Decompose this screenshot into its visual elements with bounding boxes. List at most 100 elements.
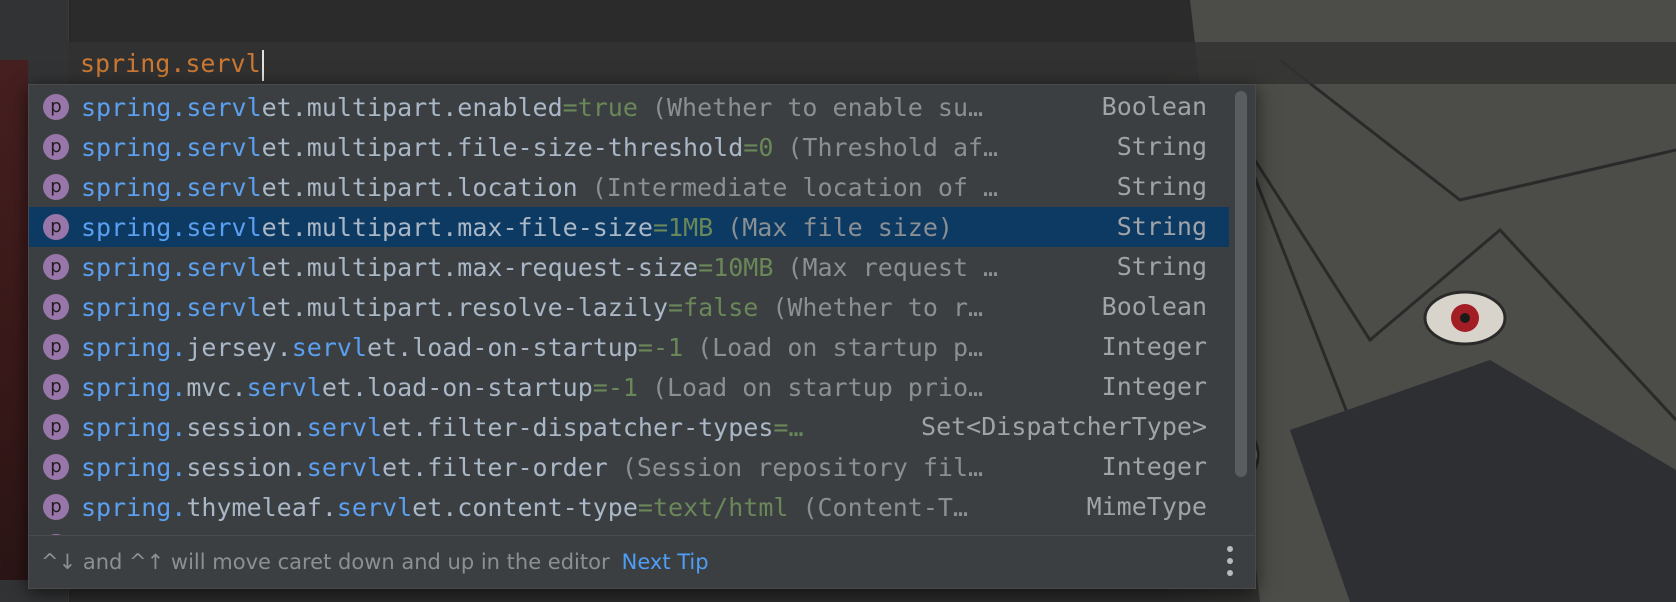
- property-segment: jersey.: [186, 332, 292, 362]
- property-segment: et.multipart.max-file-size: [261, 212, 653, 242]
- property-description: (Max request …: [787, 252, 999, 282]
- popup-scrollbar[interactable]: [1235, 91, 1247, 477]
- popup-footer: ^↓ and ^↑ will move caret down and up in…: [29, 535, 1255, 588]
- matched-text: servl: [186, 292, 262, 322]
- property-segment: et.filter-dispatcher-types: [382, 412, 774, 442]
- matched-text: servl: [186, 212, 262, 242]
- property-description: (Load on startup p…: [697, 332, 984, 362]
- more-options-icon[interactable]: [1227, 546, 1233, 576]
- property-type: String: [1106, 167, 1207, 207]
- property-type: Boolean: [1091, 287, 1207, 327]
- property-name: spring.session.servlet.filter-dispatcher…: [81, 413, 773, 442]
- property-segment: et.load-on-startup: [321, 372, 593, 402]
- property-name: spring.jersey.servlet.load-on-startup: [81, 333, 638, 362]
- property-segment: et.multipart.location: [261, 172, 578, 202]
- property-segment: et.multipart.file-size-threshold: [261, 132, 744, 162]
- matched-text: spring.: [81, 172, 187, 202]
- matched-text: spring.: [81, 132, 187, 162]
- property-type: String: [1106, 127, 1207, 167]
- property-icon: p: [43, 374, 69, 400]
- completion-item[interactable]: p spring.servlet.multipart.location (Inter…: [29, 167, 1229, 207]
- property-name: spring.servlet.multipart.resolve-lazily: [81, 293, 668, 322]
- matched-text: spring.: [81, 412, 187, 442]
- property-icon: p: [43, 454, 69, 480]
- completion-item[interactable]: pspring.webservices.servlet.init(Servlet…: [29, 527, 1229, 535]
- property-description: (Whether to enable su…: [651, 92, 984, 122]
- property-type: Map<String, String>: [911, 527, 1207, 535]
- matched-text: servl: [306, 452, 383, 482]
- matched-text: servl: [186, 132, 262, 162]
- completion-item[interactable]: p spring.servlet.multipart.enabled =true (W…: [29, 87, 1229, 127]
- property-type: Integer: [1091, 367, 1207, 407]
- property-type: String: [1106, 247, 1207, 287]
- property-description: (Content-T…: [802, 492, 969, 522]
- property-name: spring.mvc.servlet.load-on-startup: [81, 373, 593, 402]
- completion-item[interactable]: p spring.mvc.servlet.load-on-startup =-1 (L…: [29, 367, 1229, 407]
- property-type: Set<DispatcherType>: [911, 407, 1207, 447]
- completion-popup[interactable]: p spring.servlet.multipart.enabled =true (W…: [28, 84, 1256, 589]
- default-value: =0: [743, 132, 774, 162]
- property-segment: session.: [186, 452, 307, 482]
- property-segment: et.load-on-startup: [366, 332, 638, 362]
- matched-text: servl: [246, 372, 322, 402]
- property-type: String: [1106, 207, 1207, 247]
- default-value: =…: [773, 412, 804, 442]
- matched-text: servl: [186, 252, 262, 282]
- default-value: =1MB: [652, 212, 714, 242]
- completion-item[interactable]: p spring.servlet.multipart.resolve-lazily…: [29, 287, 1229, 327]
- typed-text: spring.servl: [80, 49, 261, 78]
- property-segment: et.filter-order: [382, 452, 608, 482]
- property-segment: et.multipart.resolve-lazily: [261, 292, 669, 322]
- default-value: =false: [668, 292, 759, 322]
- completion-item[interactable]: p spring.thymeleaf.servlet.content-type =t…: [29, 487, 1229, 527]
- property-description: (Threshold af…: [787, 132, 999, 162]
- property-segment: et.content-type: [412, 492, 638, 522]
- matched-text: spring.: [81, 372, 187, 402]
- default-value: =-1: [637, 332, 684, 362]
- property-description: (Whether to r…: [772, 292, 984, 322]
- property-type: Integer: [1091, 327, 1207, 367]
- property-icon: p: [43, 134, 69, 160]
- completion-item[interactable]: p spring.servlet.multipart.file-size-thre…: [29, 127, 1229, 167]
- matched-text: spring.: [81, 452, 187, 482]
- default-value: =true: [562, 92, 638, 122]
- property-icon: p: [43, 94, 69, 120]
- property-type: Boolean: [1091, 87, 1207, 127]
- matched-text: spring.: [81, 292, 187, 322]
- property-name: spring.thymeleaf.servlet.content-type: [81, 493, 638, 522]
- property-name: spring.servlet.multipart.max-request-siz…: [81, 253, 698, 282]
- completion-item[interactable]: p spring.jersey.servlet.load-on-startup =-…: [29, 327, 1229, 367]
- default-value: =10MB: [698, 252, 774, 282]
- completion-item[interactable]: p spring.session.servlet.filter-dispatche…: [29, 407, 1229, 447]
- matched-text: servl: [186, 92, 262, 122]
- property-icon: p: [43, 334, 69, 360]
- property-name: spring.servlet.multipart.enabled: [81, 93, 563, 122]
- matched-text: servl: [186, 172, 262, 202]
- text-caret: [261, 49, 264, 81]
- property-segment: et.multipart.max-request-size: [261, 252, 699, 282]
- completion-item[interactable]: p spring.servlet.multipart.max-request-si…: [29, 247, 1229, 287]
- completion-item[interactable]: p spring.servlet.multipart.max-file-size =…: [29, 207, 1229, 247]
- property-icon: p: [43, 214, 69, 240]
- default-value: =text/html: [637, 492, 789, 522]
- property-type: MimeType: [1076, 487, 1207, 527]
- property-type: Integer: [1091, 447, 1207, 487]
- next-tip-link[interactable]: Next Tip: [622, 550, 709, 574]
- current-line-highlight: [68, 42, 1676, 84]
- matched-text: servl: [291, 332, 367, 362]
- property-description: (Load on startup prio…: [651, 372, 984, 402]
- property-segment: mvc.: [186, 372, 247, 402]
- completion-list[interactable]: p spring.servlet.multipart.enabled =true (W…: [29, 87, 1229, 535]
- completion-item[interactable]: p spring.session.servlet.filter-order (Ses…: [29, 447, 1229, 487]
- property-icon: p: [43, 174, 69, 200]
- matched-text: spring.: [81, 92, 187, 122]
- editor-input-line[interactable]: spring.servl: [80, 46, 264, 82]
- property-description: (Max file size): [727, 212, 953, 242]
- property-segment: et.multipart.enabled: [261, 92, 563, 122]
- default-value: =-1: [592, 372, 638, 402]
- matched-text: servl: [306, 412, 383, 442]
- property-icon: p: [43, 254, 69, 280]
- property-icon: p: [43, 294, 69, 320]
- property-segment: thymeleaf.: [186, 492, 337, 522]
- matched-text: spring.: [81, 332, 187, 362]
